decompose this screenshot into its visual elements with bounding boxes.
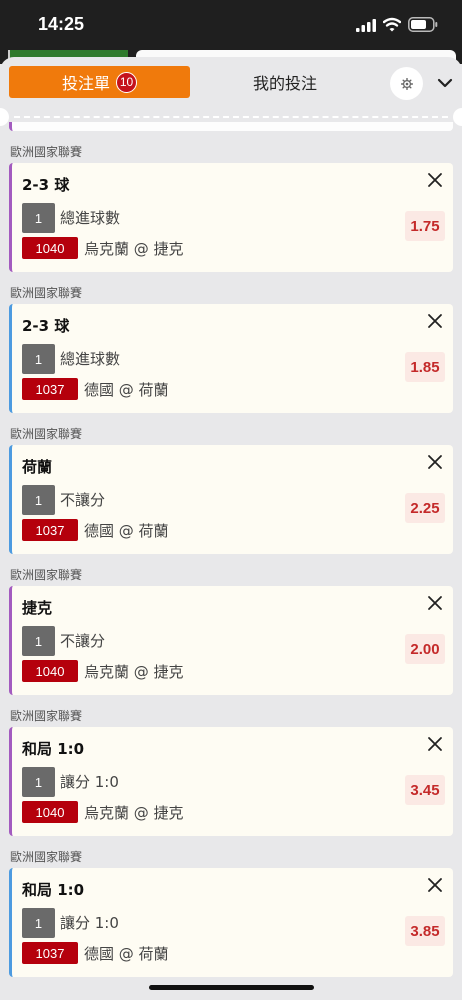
bet-selection: 2-3 球 [22,317,70,335]
quantity-box[interactable]: 1 [22,485,55,515]
bet-market: 讓分 1:0 [60,773,119,791]
chevron-down-icon [437,78,453,88]
battery-icon [408,17,438,32]
odds-value: 2.25 [405,493,445,523]
close-icon[interactable] [427,454,443,470]
signal-icon [356,19,376,32]
quantity-box[interactable]: 1 [22,344,55,374]
odds-value: 1.85 [405,352,445,382]
quantity-box[interactable]: 1 [22,203,55,233]
collapse-button[interactable] [433,72,457,94]
match-id-badge: 1040 [22,237,78,259]
bet-count-badge: 10 [116,71,137,93]
bet-market: 總進球數 [60,209,121,227]
match-id-badge: 1037 [22,519,78,541]
ticket-notch-left [0,108,9,126]
bet-card[interactable]: 和局 1:0 1 讓分 1:0 1037 德國 @ 荷蘭 3.85 [9,868,453,977]
close-icon[interactable] [427,313,443,329]
league-label: 歐洲國家聯賽 [10,709,83,723]
tab-bet-slip[interactable]: 投注單 10 [9,66,190,98]
bet-card[interactable]: 和局 1:0 1 讓分 1:0 1040 烏克蘭 @ 捷克 3.45 [9,727,453,836]
bet-match: 德國 @ 荷蘭 [84,945,169,963]
league-label: 歐洲國家聯賽 [10,427,83,441]
gear-icon [400,77,413,90]
bet-market: 不讓分 [60,491,106,509]
odds-value: 2.00 [405,634,445,664]
bet-market: 讓分 1:0 [60,914,119,932]
quantity-box[interactable]: 1 [22,626,55,656]
bet-selection: 和局 1:0 [22,740,85,758]
match-id-badge: 1037 [22,378,78,400]
bet-market: 不讓分 [60,632,106,650]
home-indicator[interactable] [149,985,314,990]
odds-value: 3.85 [405,916,445,946]
odds-value: 3.45 [405,775,445,805]
match-id-badge: 1037 [22,942,78,964]
bet-card[interactable]: 2-3 球 1 總進球數 1037 德國 @ 荷蘭 1.85 [9,304,453,413]
close-icon[interactable] [427,595,443,611]
status-bar: 14:25 [0,0,462,50]
tab-my-bets[interactable]: 我的投注 [205,66,365,98]
bet-card[interactable]: 捷克 1 不讓分 1040 烏克蘭 @ 捷克 2.00 [9,586,453,695]
league-label: 歐洲國家聯賽 [10,145,83,159]
bet-selection: 和局 1:0 [22,881,85,899]
bet-selection: 捷克 [22,599,53,617]
ticket-notch-right [453,108,462,126]
league-label: 歐洲國家聯賽 [10,286,83,300]
quantity-box[interactable]: 1 [22,908,55,938]
match-id-badge: 1040 [22,660,78,682]
previous-bet-card-edge [9,122,453,131]
odds-value: 1.75 [405,211,445,241]
bet-match: 烏克蘭 @ 捷克 [84,804,184,822]
bet-selection: 2-3 球 [22,176,70,194]
tab-bet-slip-label: 投注單 [61,74,110,93]
status-time: 14:25 [38,14,85,34]
close-icon[interactable] [427,172,443,188]
bet-market: 總進球數 [60,350,121,368]
bet-card[interactable]: 荷蘭 1 不讓分 1037 德國 @ 荷蘭 2.25 [9,445,453,554]
bet-match: 烏克蘭 @ 捷克 [84,240,184,258]
bet-selection: 荷蘭 [22,458,53,476]
league-label: 歐洲國家聯賽 [10,850,83,864]
quantity-box[interactable]: 1 [22,767,55,797]
bet-match: 德國 @ 荷蘭 [84,522,169,540]
bet-match: 德國 @ 荷蘭 [84,381,169,399]
bet-card[interactable]: 2-3 球 1 總進球數 1040 烏克蘭 @ 捷克 1.75 [9,163,453,272]
match-id-badge: 1040 [22,801,78,823]
bet-match: 烏克蘭 @ 捷克 [84,663,184,681]
settings-button[interactable] [390,67,423,100]
wifi-icon [383,17,401,32]
close-icon[interactable] [427,736,443,752]
close-icon[interactable] [427,877,443,893]
dashed-line [14,116,448,118]
league-label: 歐洲國家聯賽 [10,568,83,582]
